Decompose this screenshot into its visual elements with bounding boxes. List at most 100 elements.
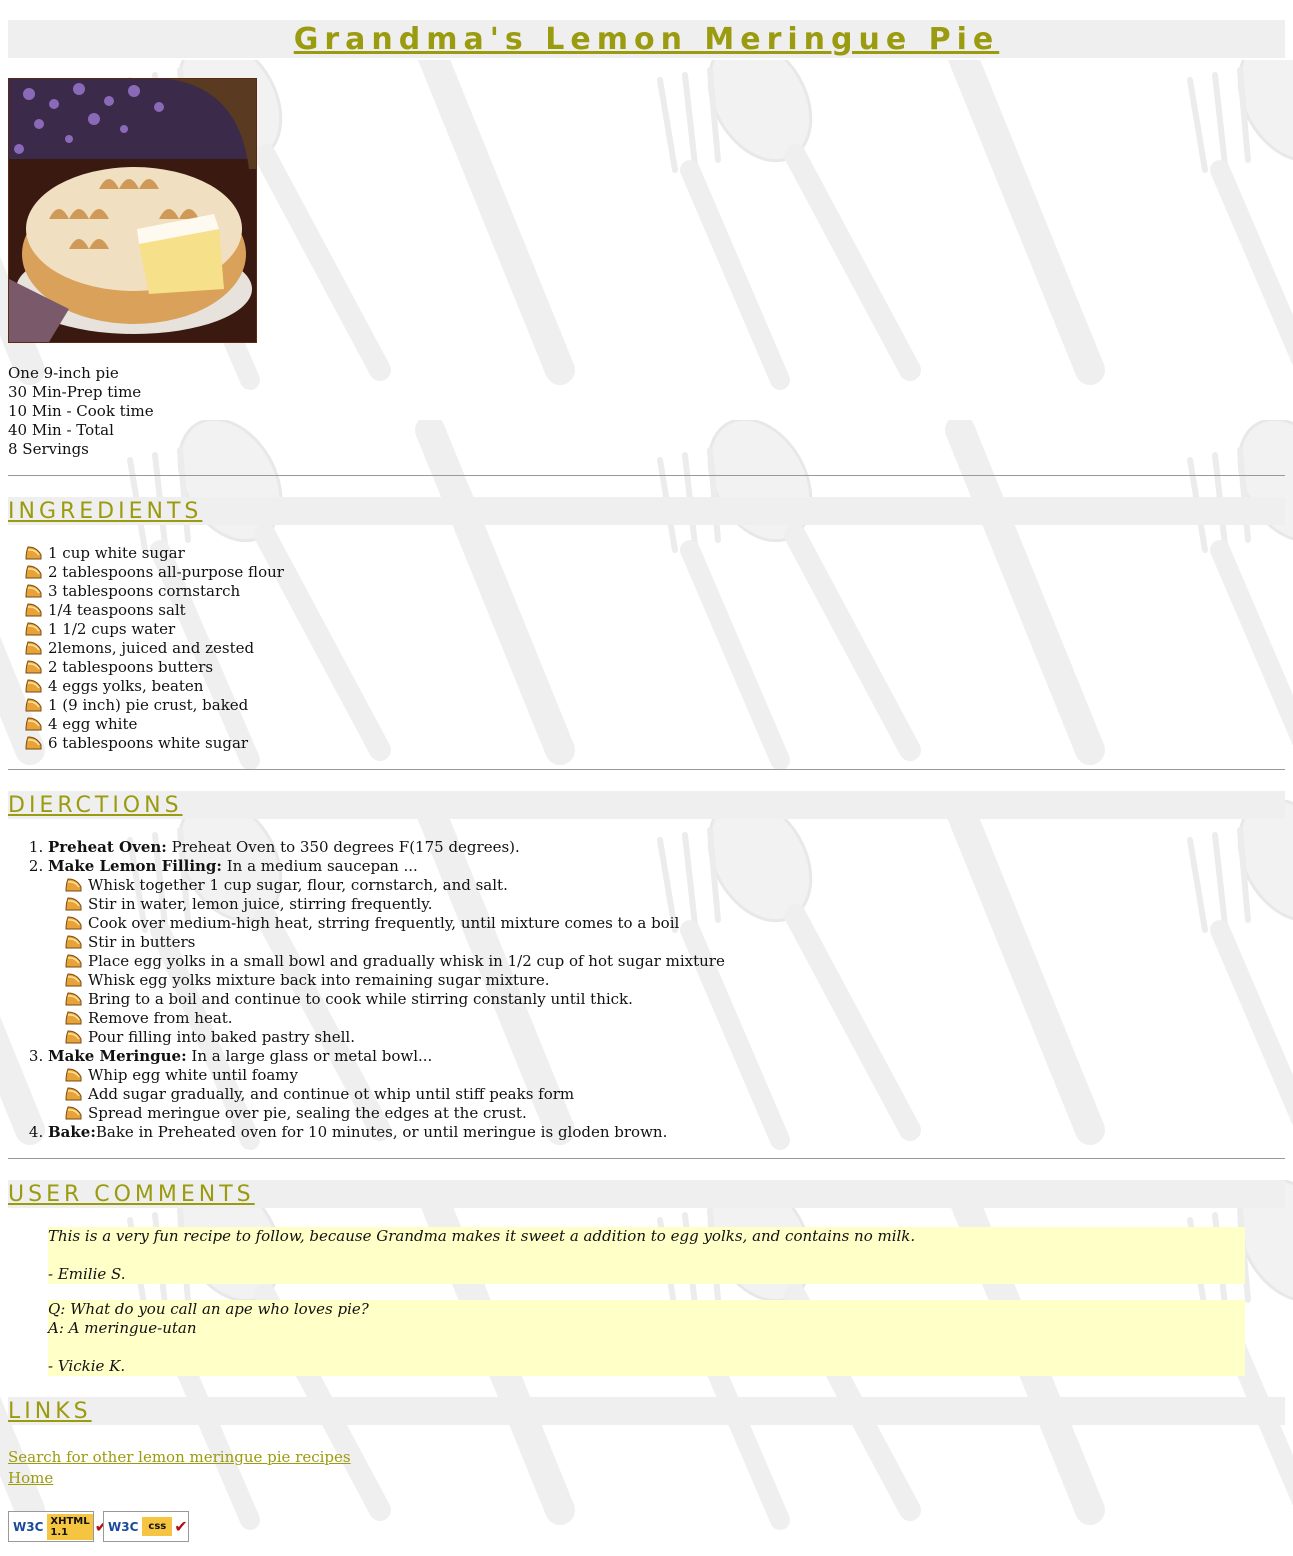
links-header: LINKS xyxy=(8,1397,1285,1425)
directions-list: Preheat Oven: Preheat Oven to 350 degree… xyxy=(8,838,1285,1142)
comment-author: - Vickie K. xyxy=(48,1357,126,1375)
search-recipes-link[interactable]: Search for other lemon meringue pie reci… xyxy=(8,1447,1285,1468)
direction-substep: Add sugar gradually, and continue ot whi… xyxy=(65,1085,1285,1104)
page-title: Grandma's Lemon Meringue Pie xyxy=(293,22,1000,57)
direction-substep-text: Whisk egg yolks mixture back into remain… xyxy=(88,971,550,989)
direction-step-label: Bake: xyxy=(48,1123,96,1141)
w3c-logo: W3C xyxy=(108,1519,139,1534)
user-comment: This is a very fun recipe to follow, bec… xyxy=(48,1227,1245,1284)
comments-title: USER COMMENTS xyxy=(8,1182,255,1207)
direction-substep: Cook over medium-high heat, strring freq… xyxy=(65,914,1285,933)
direction-substep-text: Remove from heat. xyxy=(88,1009,233,1027)
pie-slice-icon xyxy=(65,954,82,968)
pie-slice-icon xyxy=(25,622,42,636)
direction-step-text: Preheat Oven to 350 degrees F(175 degree… xyxy=(166,838,520,856)
ingredient-item: 2lemons, juiced and zested xyxy=(25,639,1285,658)
ingredient-item-text: 2lemons, juiced and zested xyxy=(48,639,255,657)
pie-slice-icon xyxy=(65,1011,82,1025)
directions-title: DIERCTIONS xyxy=(8,793,183,818)
pie-slice-icon xyxy=(65,1106,82,1120)
pie-slice-icon xyxy=(65,878,82,892)
direction-substeps: Whip egg white until foamy Add sugar grad… xyxy=(48,1066,1285,1123)
ingredient-item: 1 cup white sugar xyxy=(25,544,1285,563)
pie-slice-icon xyxy=(65,897,82,911)
ingredient-item: 4 egg white xyxy=(25,715,1285,734)
css-valid-badge[interactable]: W3C css ✔ xyxy=(103,1511,189,1542)
ingredient-item: 1 (9 inch) pie crust, baked xyxy=(25,696,1285,715)
xhtml-label-bottom: 1.1 xyxy=(50,1526,69,1538)
comment-text: This is a very fun recipe to follow, bec… xyxy=(48,1227,916,1245)
ingredient-item-text: 6 tablespoons white sugar xyxy=(48,734,249,752)
pie-slice-icon xyxy=(65,1068,82,1082)
divider xyxy=(8,769,1285,770)
css-label: css xyxy=(142,1517,173,1536)
direction-step-label: Make Lemon Filling: xyxy=(48,857,222,875)
ingredients-title: INGREDIENTS xyxy=(8,499,203,524)
direction-substep: Bring to a boil and continue to cook whi… xyxy=(65,990,1285,1009)
xhtml-label-top: XHTML xyxy=(50,1515,90,1527)
comments-header: USER COMMENTS xyxy=(8,1180,1285,1208)
pie-slice-icon xyxy=(25,736,42,750)
ingredient-item-text: 1/4 teaspoons salt xyxy=(48,601,186,619)
direction-substeps: Whisk together 1 cup sugar, flour, corns… xyxy=(48,876,1285,1047)
divider xyxy=(8,1158,1285,1159)
direction-step-label: Preheat Oven: xyxy=(48,838,167,856)
comment-author: - Emilie S. xyxy=(48,1265,126,1283)
ingredient-item: 6 tablespoons white sugar xyxy=(25,734,1285,753)
ingredient-item-text: 4 eggs yolks, beaten xyxy=(48,677,204,695)
direction-substep-text: Stir in butters xyxy=(88,933,196,951)
pie-slice-icon xyxy=(65,935,82,949)
ingredient-item: 3 tablespoons cornstarch xyxy=(25,582,1285,601)
comment-text: A: A meringue-utan xyxy=(48,1319,197,1337)
direction-substep-text: Cook over medium-high heat, strring freq… xyxy=(88,914,680,932)
pie-slice-icon xyxy=(65,1030,82,1044)
ingredient-item-text: 1 (9 inch) pie crust, baked xyxy=(48,696,249,714)
links-title: LINKS xyxy=(8,1399,92,1424)
ingredient-item: 4 eggs yolks, beaten xyxy=(25,677,1285,696)
pie-slice-icon xyxy=(25,546,42,560)
direction-substep: Stir in butters xyxy=(65,933,1285,952)
pie-slice-icon xyxy=(25,679,42,693)
direction-step: Make Meringue: In a large glass or metal… xyxy=(48,1047,1285,1123)
direction-substep-text: Pour filling into baked pastry shell. xyxy=(88,1028,355,1046)
comment-spacer xyxy=(48,1338,1245,1357)
pie-photo xyxy=(8,78,257,343)
pie-slice-icon xyxy=(65,973,82,987)
comment-spacer xyxy=(48,1246,1245,1265)
pie-slice-icon xyxy=(65,1087,82,1101)
direction-substep: Spread meringue over pie, sealing the ed… xyxy=(65,1104,1285,1123)
divider xyxy=(8,475,1285,476)
ingredient-item-text: 3 tablespoons cornstarch xyxy=(48,582,241,600)
directions-header: DIERCTIONS xyxy=(8,791,1285,819)
meta-servings: 8 Servings xyxy=(8,440,89,458)
direction-substep-text: Bring to a boil and continue to cook whi… xyxy=(88,990,633,1008)
direction-substep: Whip egg white until foamy xyxy=(65,1066,1285,1085)
recipe-meta: One 9-inch pie 30 Min-Prep time 10 Min -… xyxy=(8,364,1285,459)
direction-substep-text: Stir in water, lemon juice, stirring fre… xyxy=(88,895,433,913)
ingredient-item-text: 4 egg white xyxy=(48,715,138,733)
pie-slice-icon xyxy=(65,992,82,1006)
pie-slice-icon xyxy=(25,717,42,731)
meta-cook-time: 10 Min - Cook time xyxy=(8,402,154,420)
direction-substep: Whisk egg yolks mixture back into remain… xyxy=(65,971,1285,990)
pie-slice-icon xyxy=(25,584,42,598)
links-list: Search for other lemon meringue pie reci… xyxy=(8,1447,1285,1489)
comment-text: Q: What do you call an ape who loves pie… xyxy=(48,1300,369,1318)
ingredient-item: 1/4 teaspoons salt xyxy=(25,601,1285,620)
title-bar: Grandma's Lemon Meringue Pie xyxy=(8,20,1285,58)
pie-slice-icon xyxy=(25,660,42,674)
direction-step: Preheat Oven: Preheat Oven to 350 degree… xyxy=(48,838,1285,857)
comments-list: This is a very fun recipe to follow, bec… xyxy=(8,1227,1285,1376)
xhtml-label: XHTML 1.1 xyxy=(47,1513,93,1540)
pie-slice-icon xyxy=(25,698,42,712)
ingredient-item-text: 1 1/2 cups water xyxy=(48,620,176,638)
ingredients-header: INGREDIENTS xyxy=(8,497,1285,525)
direction-substep-text: Add sugar gradually, and continue ot whi… xyxy=(88,1085,575,1103)
home-link[interactable]: Home xyxy=(8,1468,1285,1489)
direction-substep-text: Place egg yolks in a small bowl and grad… xyxy=(88,952,725,970)
meta-prep-time: 30 Min-Prep time xyxy=(8,383,142,401)
ingredient-item: 2 tablespoons butters xyxy=(25,658,1285,677)
direction-substep: Place egg yolks in a small bowl and grad… xyxy=(65,952,1285,971)
xhtml-valid-badge[interactable]: W3C XHTML 1.1 ✔ xyxy=(8,1511,108,1542)
w3c-logo: W3C xyxy=(13,1519,44,1534)
